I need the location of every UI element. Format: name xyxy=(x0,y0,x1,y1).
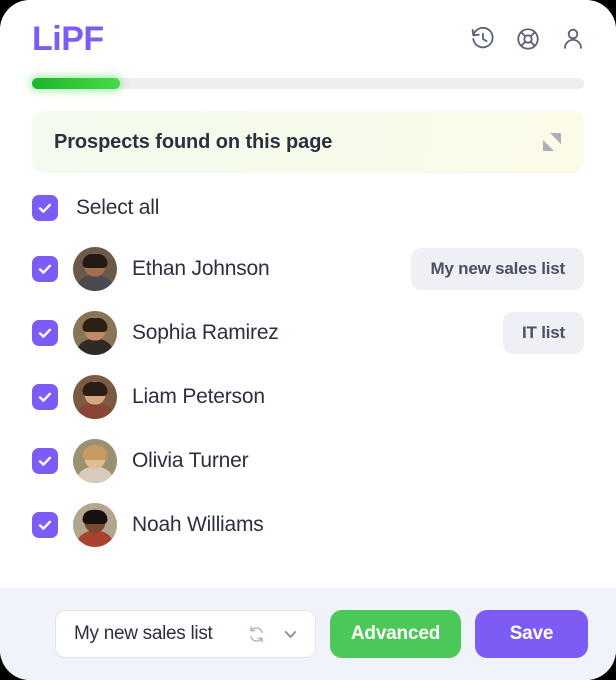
list-badge[interactable]: IT list xyxy=(503,312,584,354)
prospect-checkbox[interactable] xyxy=(32,448,58,474)
progress-bar-wrap xyxy=(0,78,616,89)
footer-bar: My new sales list Advanced Save xyxy=(0,588,616,680)
avatar xyxy=(73,503,117,547)
avatar xyxy=(73,375,117,419)
banner-title: Prospects found on this page xyxy=(54,130,333,153)
prospect-row[interactable]: Olivia Turner xyxy=(32,429,584,493)
list-select[interactable]: My new sales list xyxy=(55,610,316,658)
save-button[interactable]: Save xyxy=(475,610,588,658)
header-actions xyxy=(470,26,586,52)
progress-track xyxy=(32,78,584,89)
prospect-row[interactable]: Liam Peterson xyxy=(32,365,584,429)
prospect-checkbox[interactable] xyxy=(32,512,58,538)
progress-fill xyxy=(32,78,121,89)
prospect-name: Liam Peterson xyxy=(132,385,265,408)
brand-logo: LiPF xyxy=(32,20,104,58)
prospects-banner: Prospects found on this page xyxy=(32,111,584,173)
extension-popup-card: LiPF Prospects found on this page Select… xyxy=(0,0,616,680)
prospect-checkbox[interactable] xyxy=(32,256,58,282)
refresh-icon[interactable] xyxy=(247,625,266,644)
prospect-rows: Ethan Johnson My new sales list Sophia Ram… xyxy=(32,237,584,557)
prospect-row[interactable]: Noah Williams xyxy=(32,493,584,557)
list-select-value: My new sales list xyxy=(74,623,213,644)
avatar xyxy=(73,439,117,483)
lifebuoy-icon[interactable] xyxy=(515,26,541,52)
list-badge[interactable]: My new sales list xyxy=(411,248,584,290)
prospect-checkbox[interactable] xyxy=(32,320,58,346)
prospects-list: Select all Ethan Johnson My new sales lis… xyxy=(0,173,616,588)
prospect-name: Sophia Ramirez xyxy=(132,321,279,344)
select-all-row[interactable]: Select all xyxy=(32,179,584,237)
app-header: LiPF xyxy=(0,0,616,78)
select-all-checkbox[interactable] xyxy=(32,195,58,221)
history-icon[interactable] xyxy=(470,26,496,52)
select-all-label: Select all xyxy=(76,196,160,219)
prospect-name: Olivia Turner xyxy=(132,449,249,472)
prospect-checkbox[interactable] xyxy=(32,384,58,410)
advanced-button[interactable]: Advanced xyxy=(330,610,461,658)
avatar xyxy=(73,247,117,291)
prospect-name: Noah Williams xyxy=(132,513,264,536)
user-icon[interactable] xyxy=(560,26,586,52)
prospect-row[interactable]: Sophia Ramirez IT list xyxy=(32,301,584,365)
prospect-name: Ethan Johnson xyxy=(132,257,270,280)
collapse-icon[interactable] xyxy=(542,132,562,152)
avatar xyxy=(73,311,117,355)
chevron-down-icon[interactable] xyxy=(282,626,299,643)
prospect-row[interactable]: Ethan Johnson My new sales list xyxy=(32,237,584,301)
